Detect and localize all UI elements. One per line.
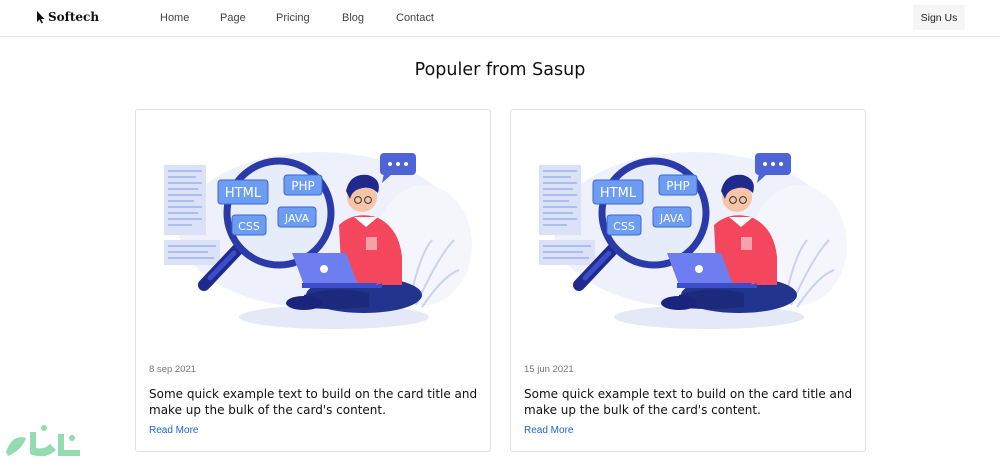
navbar: Softech Home Page Pricing Blog Contact S… (0, 0, 1000, 37)
signup-button[interactable]: Sign Us (913, 5, 965, 30)
read-more-link[interactable]: Read More (524, 425, 573, 436)
nav-item-pricing[interactable]: Pricing (276, 12, 342, 24)
blog-card[interactable]: 15 jun 2021 Some quick example text to b… (510, 109, 866, 452)
nav-item-blog[interactable]: Blog (342, 12, 396, 24)
nav-item-contact[interactable]: Contact (396, 12, 456, 24)
nav-item-page[interactable]: Page (220, 12, 276, 24)
brand-name: Softech (48, 10, 100, 24)
section-title: Populer from Sasup (414, 60, 586, 80)
card-date: 8 sep 2021 (149, 364, 197, 375)
developer-illustration (529, 145, 849, 335)
blog-card[interactable]: 8 sep 2021 Some quick example text to bu… (135, 109, 491, 452)
cursor-icon (37, 11, 45, 24)
watermark-logo (6, 425, 80, 457)
nav-item-home[interactable]: Home (160, 12, 220, 24)
card-text: Some quick example text to build on the … (524, 387, 853, 417)
brand-logo[interactable]: Softech (36, 10, 99, 24)
card-text: Some quick example text to build on the … (149, 387, 478, 417)
card-date: 15 jun 2021 (524, 364, 574, 375)
nav-links: Home Page Pricing Blog Contact (160, 12, 456, 24)
read-more-link[interactable]: Read More (149, 425, 198, 436)
developer-illustration (154, 145, 474, 335)
